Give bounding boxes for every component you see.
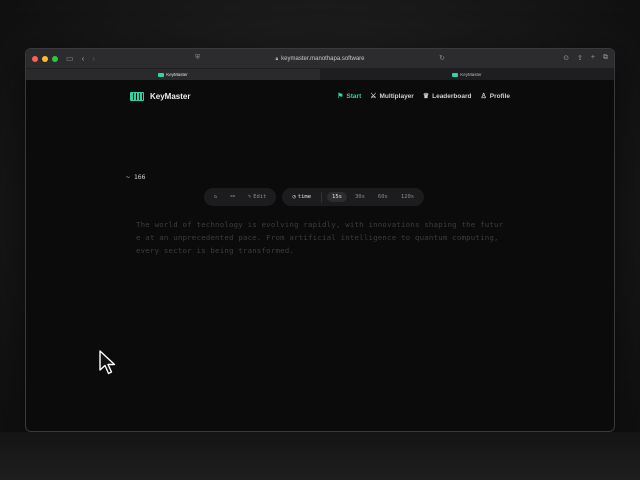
flag-icon: ⚑ xyxy=(337,93,344,100)
tab-bar: KeyMaster KeyMaster xyxy=(26,69,614,81)
nav-leaderboard-label: Leaderboard xyxy=(432,92,472,100)
reload-icon[interactable]: ↻ xyxy=(439,54,445,62)
word-counter: ~ 166 xyxy=(126,173,146,181)
app-navbar: KeyMaster ⚑ Start ⚔ Multiplayer ♛ Leader… xyxy=(130,89,510,103)
swords-icon: ⚔ xyxy=(370,93,377,100)
duration-30s[interactable]: 30s xyxy=(350,192,370,202)
maximize-window-button[interactable] xyxy=(52,55,58,62)
crown-icon: ♛ xyxy=(422,93,430,100)
page-content: KeyMaster ⚑ Start ⚔ Multiplayer ♛ Leader… xyxy=(26,81,614,431)
minimize-window-button[interactable] xyxy=(42,55,48,62)
nav-multiplayer[interactable]: ⚔ Multiplayer xyxy=(370,92,414,101)
time-mode-label: time xyxy=(297,194,312,200)
share-link-button[interactable]: ⚯ xyxy=(225,192,240,202)
tab-overview-icon[interactable]: ⧉ xyxy=(603,54,608,62)
new-tab-icon[interactable]: + xyxy=(591,54,595,62)
tab-keymaster-1[interactable]: KeyMaster xyxy=(26,69,320,80)
lock-icon: 🔒︎ xyxy=(275,56,279,62)
nav-profile-label: Profile xyxy=(489,92,510,100)
forward-icon[interactable]: › xyxy=(92,54,95,63)
nav-multiplayer-label: Multiplayer xyxy=(379,92,414,100)
main-nav: ⚑ Start ⚔ Multiplayer ♛ Leaderboard ♙ Pr… xyxy=(337,92,510,101)
refresh-icon: ↻ xyxy=(214,194,218,200)
share-icon[interactable]: ⇪ xyxy=(577,54,583,62)
link-icon: ⚯ xyxy=(230,194,235,200)
window-controls xyxy=(32,55,58,62)
clock-icon: ◷ xyxy=(292,194,296,200)
typing-text[interactable]: The world of technology is evolving rapi… xyxy=(136,218,504,257)
back-icon[interactable]: ‹ xyxy=(82,54,85,63)
pencil-icon: ✎ xyxy=(247,194,252,200)
edit-label: Edit xyxy=(253,194,267,200)
nav-start-label: Start xyxy=(346,92,362,100)
nav-leaderboard[interactable]: ♛ Leaderboard xyxy=(422,92,472,101)
shield-icon[interactable]: ⛨ xyxy=(195,54,200,62)
mode-pill: ◷ time 15s 30s 60s 120s xyxy=(282,188,425,206)
nav-profile[interactable]: ♙ Profile xyxy=(480,92,510,101)
duration-120s[interactable]: 120s xyxy=(396,192,419,202)
keyboard-logo-icon xyxy=(130,91,144,101)
browser-toolbar: ▭ ‹ › ⛨ 🔒︎ keymaster.manothapa.software … xyxy=(26,49,614,69)
test-controls: ↻ ⚯ ✎ Edit ◷ time 15s 30s 60s 120s xyxy=(204,188,425,206)
brand[interactable]: KeyMaster xyxy=(130,91,191,101)
restart-button[interactable]: ↻ xyxy=(209,192,222,202)
keyboard-favicon-icon xyxy=(158,72,165,77)
desktop-background xyxy=(0,432,640,480)
divider xyxy=(321,192,323,202)
toolbar-right: ⊙ ⇪ + ⧉ xyxy=(563,54,608,62)
nav-start[interactable]: ⚑ Start xyxy=(337,92,362,101)
time-mode-button[interactable]: ◷ time xyxy=(287,192,316,202)
action-pill: ↻ ⚯ ✎ Edit xyxy=(204,188,277,206)
address-bar[interactable]: ⛨ 🔒︎ keymaster.manothapa.software ↻ xyxy=(195,53,445,65)
edit-button[interactable]: ✎ Edit xyxy=(243,192,272,202)
downloads-icon[interactable]: ⊙ xyxy=(563,54,569,62)
mouse-pointer-icon xyxy=(99,350,116,375)
duration-60s[interactable]: 60s xyxy=(373,192,393,202)
brand-name: KeyMaster xyxy=(150,91,191,101)
tab-label: KeyMaster xyxy=(166,72,188,77)
user-icon: ♙ xyxy=(480,93,487,100)
duration-15s[interactable]: 15s xyxy=(327,192,347,202)
keyboard-favicon-icon xyxy=(452,72,459,77)
tab-keymaster-2[interactable]: KeyMaster xyxy=(320,69,614,80)
sidebar-toggle-icon[interactable]: ▭ xyxy=(66,54,74,63)
address-url: keymaster.manothapa.software xyxy=(281,56,365,62)
tab-label: KeyMaster xyxy=(460,72,482,77)
close-window-button[interactable] xyxy=(32,55,38,62)
